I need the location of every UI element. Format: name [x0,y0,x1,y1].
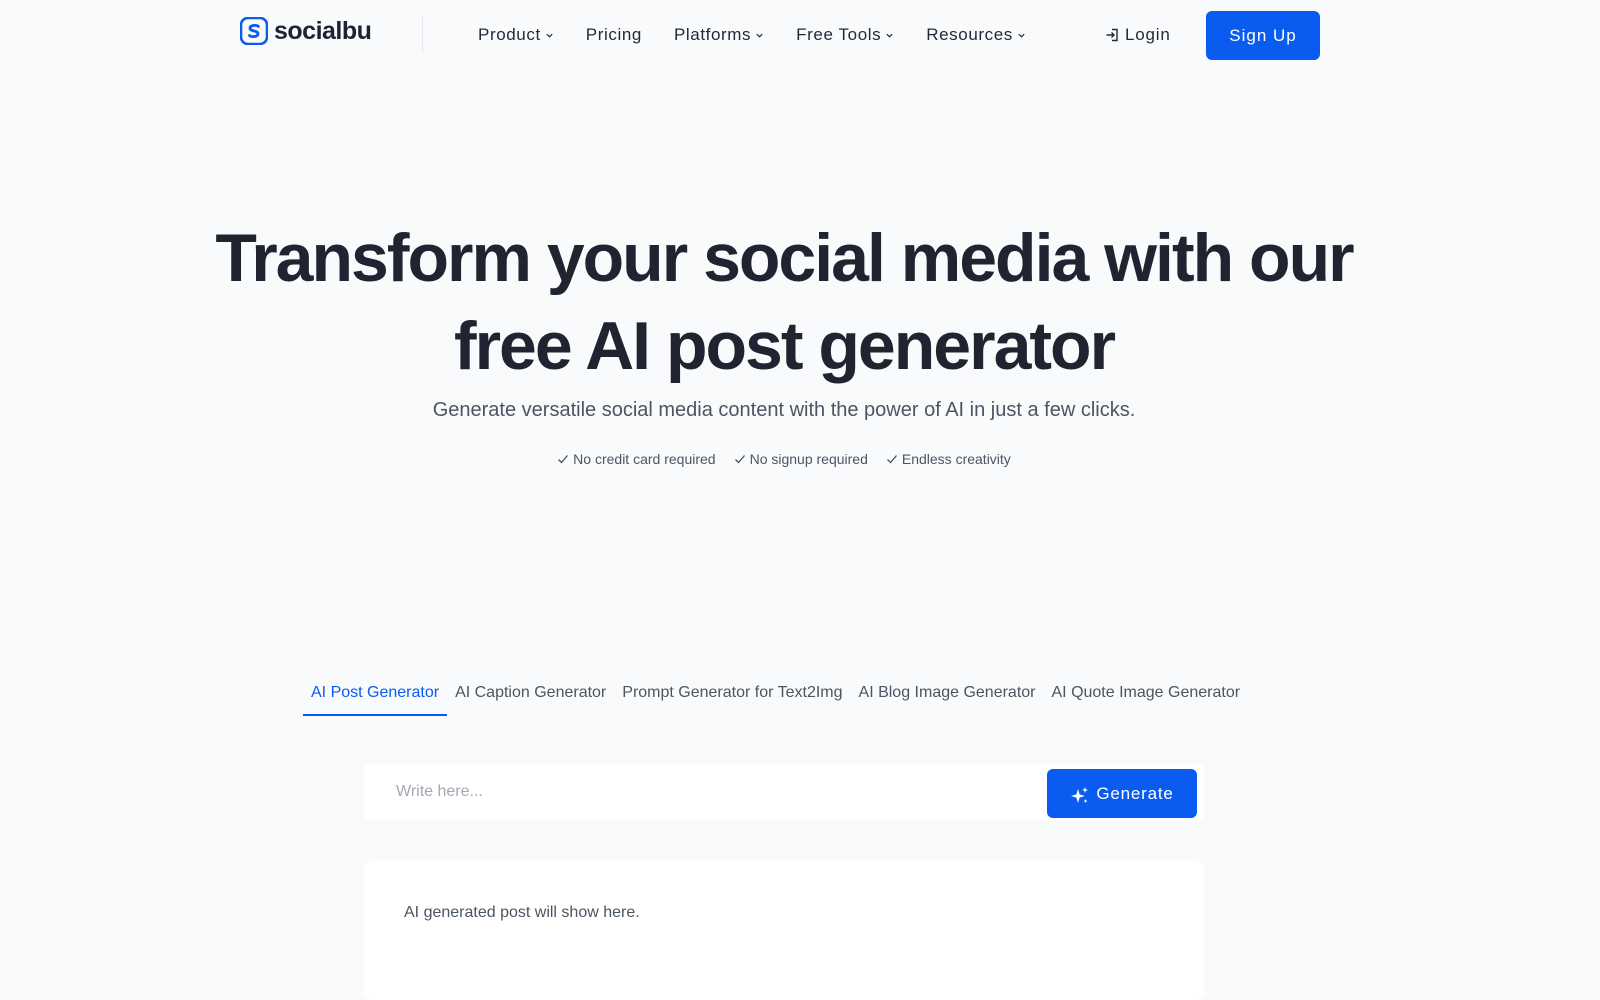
tab-ai-quote-image-generator[interactable]: AI Quote Image Generator [1044,672,1249,716]
chevron-down-icon [886,33,893,38]
nav-item-label: Resources [926,25,1013,44]
checkmark-icon [734,455,745,464]
nav-item-label: Free Tools [796,25,882,44]
page-title-line-1: Transform your social media with our [215,220,1354,296]
page-subtitle: Generate versatile social media content … [432,399,1136,421]
brand-name: socialbu [274,16,372,45]
prompt-input[interactable] [384,764,1034,820]
feature-checklist: No credit card required No signup requir… [0,451,1568,467]
main-nav: Product Pricing Platforms Free Tools Res… [478,22,1058,48]
checkmark-icon [558,455,569,464]
feature-check-label: Endless creativity [901,451,1011,467]
generate-button[interactable]: Generate [1047,769,1197,818]
tab-ai-blog-image-generator[interactable]: AI Blog Image Generator [851,672,1044,716]
feature-check-item: No signup required [734,451,868,467]
site-header: socialbu Product Pricing Platforms Free … [0,0,1568,70]
nav-item-free-tools[interactable]: Free Tools [796,25,894,45]
login-link[interactable]: Login [1105,22,1171,48]
tab-ai-post-generator[interactable]: AI Post Generator [303,672,448,716]
generate-button-label: Generate [1096,783,1174,803]
chevron-down-icon [756,33,763,38]
signup-button[interactable]: Sign Up [1206,11,1320,60]
tab-ai-caption-generator[interactable]: AI Caption Generator [447,672,614,716]
nav-item-resources[interactable]: Resources [926,25,1026,45]
tab-prompt-generator-text2img[interactable]: Prompt Generator for Text2Img [614,672,850,716]
feature-check-label: No credit card required [573,451,716,467]
output-placeholder-text: AI generated post will show here. [404,904,640,921]
nav-item-pricing[interactable]: Pricing [586,25,642,45]
chevron-down-icon [1018,33,1025,38]
feature-check-item: No credit card required [557,451,716,467]
brand-logo[interactable]: socialbu [240,16,372,46]
socialbu-logo-icon [240,17,268,45]
sparkles-icon [1071,786,1089,803]
tool-tabs: AI Post Generator AI Caption Generator P… [303,672,1248,716]
header-divider [422,17,423,53]
nav-item-label: Product [478,25,541,44]
nav-item-label: Pricing [585,25,642,44]
generated-post-output: AI generated post will show here. [364,860,1204,1000]
feature-check-item: Endless creativity [886,451,1011,467]
page-title: Transform your social media with our fre… [184,214,1384,390]
nav-item-platforms[interactable]: Platforms [674,25,764,45]
page-title-line-2: free AI post generator [453,308,1116,384]
nav-item-product[interactable]: Product [478,25,554,45]
login-icon [1106,28,1118,42]
login-label: Login [1125,25,1171,44]
nav-item-label: Platforms [673,25,752,44]
chevron-down-icon [546,33,553,38]
feature-check-label: No signup required [749,451,868,467]
checkmark-icon [886,455,897,464]
